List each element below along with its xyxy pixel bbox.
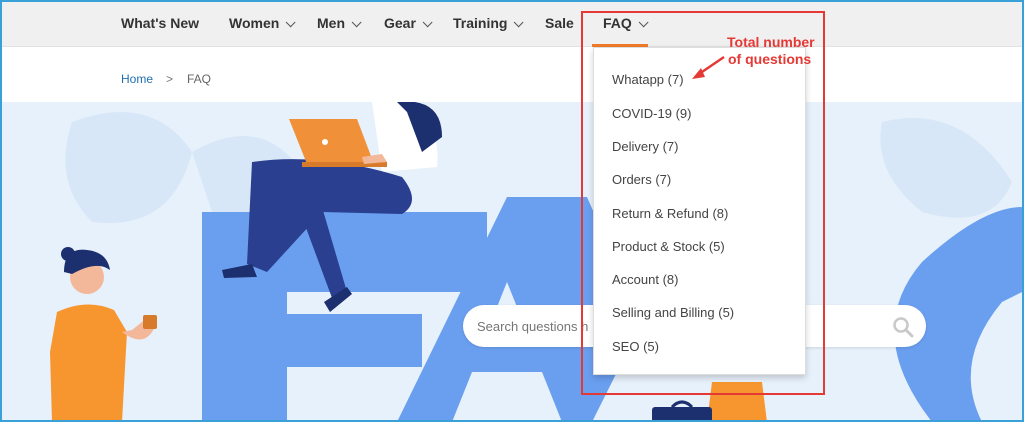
- leaf-shape: [65, 112, 192, 224]
- breadcrumb-separator: >: [166, 72, 174, 86]
- breadcrumb-home-link[interactable]: Home: [121, 72, 153, 86]
- annotation-line: Total number: [727, 34, 815, 50]
- bag-handle: [670, 400, 694, 409]
- nav-label: Training: [453, 15, 508, 31]
- hero-illustration: [50, 102, 1022, 420]
- annotation-line: of questions: [728, 51, 812, 67]
- nav-item-whats-new[interactable]: What's New: [121, 15, 199, 31]
- person-shirt: [50, 304, 127, 420]
- chevron-down-icon: [514, 17, 525, 28]
- nav-label: What's New: [121, 15, 200, 31]
- bag-shape: [652, 407, 712, 420]
- nav-item-training[interactable]: Training: [453, 15, 525, 31]
- nav-label: Sale: [545, 15, 574, 31]
- nav-item-sale[interactable]: Sale: [545, 15, 574, 31]
- chevron-down-icon: [351, 17, 362, 28]
- nav-item-women[interactable]: Women: [229, 15, 296, 31]
- nav-item-men[interactable]: Men: [317, 15, 362, 31]
- annotation-highlight-box: [581, 11, 825, 395]
- nav-item-gear[interactable]: Gear: [384, 15, 433, 31]
- nav-label: Gear: [384, 15, 416, 31]
- laptop-shape: [289, 119, 374, 164]
- screenshot-frame: What's New Women Men Gear Training Sale …: [0, 0, 1024, 422]
- search-icon[interactable]: [892, 316, 914, 338]
- top-navigation: What's New Women Men Gear Training Sale …: [2, 2, 1022, 47]
- chevron-down-icon: [422, 17, 433, 28]
- breadcrumb-current: FAQ: [187, 72, 212, 86]
- faq-hero-banner: [2, 102, 1022, 420]
- annotation-label: Total number of questions: [727, 34, 815, 68]
- person-hair-bun: [61, 247, 75, 261]
- card-shape: [143, 315, 157, 329]
- nav-label: Men: [317, 15, 345, 31]
- chevron-down-icon: [285, 17, 296, 28]
- nav-label: Women: [229, 15, 280, 31]
- leaf-shape: [880, 118, 1012, 218]
- laptop-logo: [322, 139, 328, 145]
- breadcrumb: Home > FAQ: [2, 48, 1022, 102]
